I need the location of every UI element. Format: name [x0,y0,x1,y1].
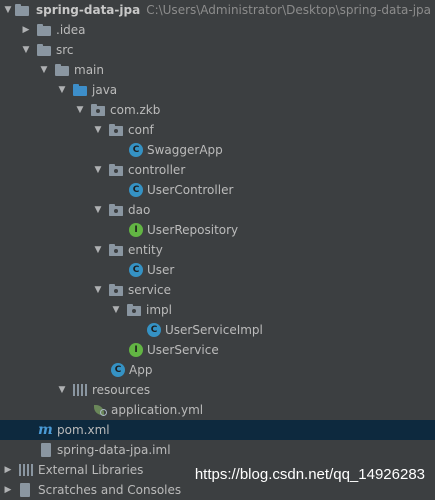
tree-label: External Libraries [38,463,144,477]
tree-label: UserServiceImpl [165,323,263,337]
tree-row-java[interactable]: ▼ java [0,80,435,100]
tree-label: controller [128,163,186,177]
tree-label: entity [128,243,163,257]
chevron-right-icon[interactable]: ▶ [2,460,14,480]
tree-label: UserRepository [147,223,239,237]
tree-row-com-zkb[interactable]: ▼ com.zkb [0,100,435,120]
chevron-down-icon[interactable]: ▼ [110,300,122,320]
chevron-down-icon[interactable]: ▼ [92,280,104,300]
tree-row-user-repository[interactable]: I UserRepository [0,220,435,240]
tree-label: src [56,43,74,57]
chevron-down-icon[interactable]: ▼ [2,0,14,20]
folder-icon [54,63,70,77]
package-icon [108,283,124,297]
tree-row-resources[interactable]: ▼ resources [0,380,435,400]
package-icon [126,303,142,317]
tree-label: SwaggerApp [147,143,223,157]
tree-row-iml[interactable]: spring-data-jpa.iml [0,440,435,460]
chevron-down-icon[interactable]: ▼ [74,100,86,120]
package-icon [90,103,106,117]
tree-label: com.zkb [110,103,161,117]
interface-icon: I [128,343,144,357]
tree-row-pom[interactable]: m pom.xml [0,420,435,440]
tree-row-user-controller[interactable]: C UserController [0,180,435,200]
class-icon: C [128,183,144,197]
chevron-down-icon[interactable]: ▼ [56,80,68,100]
source-folder-icon [72,83,88,97]
tree-row-dao[interactable]: ▼ dao [0,200,435,220]
package-icon [108,203,124,217]
tree-label: UserService [147,343,219,357]
tree-label: pom.xml [57,423,110,437]
folder-icon [36,23,52,37]
chevron-down-icon[interactable]: ▼ [92,120,104,140]
project-tree: ▼ spring-data-jpa C:\Users\Administrator\… [0,0,435,500]
chevron-down-icon[interactable]: ▼ [92,200,104,220]
chevron-down-icon[interactable]: ▼ [20,40,32,60]
tree-label: dao [128,203,151,217]
project-path: C:\Users\Administrator\Desktop\spring-da… [146,3,432,17]
tree-label: App [129,363,153,377]
tree-row-project[interactable]: ▼ spring-data-jpa C:\Users\Administrator\… [0,0,435,20]
tree-label: UserController [147,183,234,197]
tree-row-conf[interactable]: ▼ conf [0,120,435,140]
class-icon: C [110,363,126,377]
tree-row-app[interactable]: C App [0,360,435,380]
class-icon: C [128,143,144,157]
tree-label: resources [92,383,151,397]
module-file-icon [38,443,54,457]
tree-label: conf [128,123,154,137]
package-icon [108,163,124,177]
project-folder-icon [14,3,30,17]
tree-row-user[interactable]: C User [0,260,435,280]
tree-row-src[interactable]: ▼ src [0,40,435,60]
tree-row-swagger-app[interactable]: C SwaggerApp [0,140,435,160]
chevron-down-icon[interactable]: ▼ [92,160,104,180]
tree-label: application.yml [111,403,204,417]
tree-row-entity[interactable]: ▼ entity [0,240,435,260]
tree-row-user-service[interactable]: I UserService [0,340,435,360]
tree-label: User [147,263,175,277]
maven-icon: m [38,422,53,438]
folder-icon [36,43,52,57]
project-name: spring-data-jpa [36,3,141,17]
chevron-down-icon[interactable]: ▼ [92,240,104,260]
watermark-text: https://blog.csdn.net/qq_14926283 [194,466,425,483]
tree-label: impl [146,303,172,317]
resources-folder-icon [72,383,88,397]
tree-label: spring-data-jpa.iml [57,443,171,457]
tree-label: java [92,83,118,97]
chevron-right-icon[interactable]: ▶ [2,480,14,500]
tree-row-main[interactable]: ▼ main [0,60,435,80]
tree-row-service[interactable]: ▼ service [0,280,435,300]
package-icon [108,243,124,257]
interface-icon: I [128,223,144,237]
scratches-icon [18,483,34,497]
libraries-icon [18,463,34,477]
spring-config-icon [92,403,108,417]
chevron-right-icon[interactable]: ▶ [20,20,32,40]
package-icon [108,123,124,137]
class-icon: C [146,323,162,337]
tree-label: service [128,283,171,297]
tree-label: .idea [56,23,86,37]
tree-row-idea[interactable]: ▶ .idea [0,20,435,40]
chevron-down-icon[interactable]: ▼ [38,60,50,80]
tree-row-user-service-impl[interactable]: C UserServiceImpl [0,320,435,340]
tree-label: main [74,63,104,77]
tree-label: Scratches and Consoles [38,483,182,497]
class-icon: C [128,263,144,277]
tree-row-application-yml[interactable]: application.yml [0,400,435,420]
tree-row-controller[interactable]: ▼ controller [0,160,435,180]
tree-row-impl[interactable]: ▼ impl [0,300,435,320]
chevron-down-icon[interactable]: ▼ [56,380,68,400]
